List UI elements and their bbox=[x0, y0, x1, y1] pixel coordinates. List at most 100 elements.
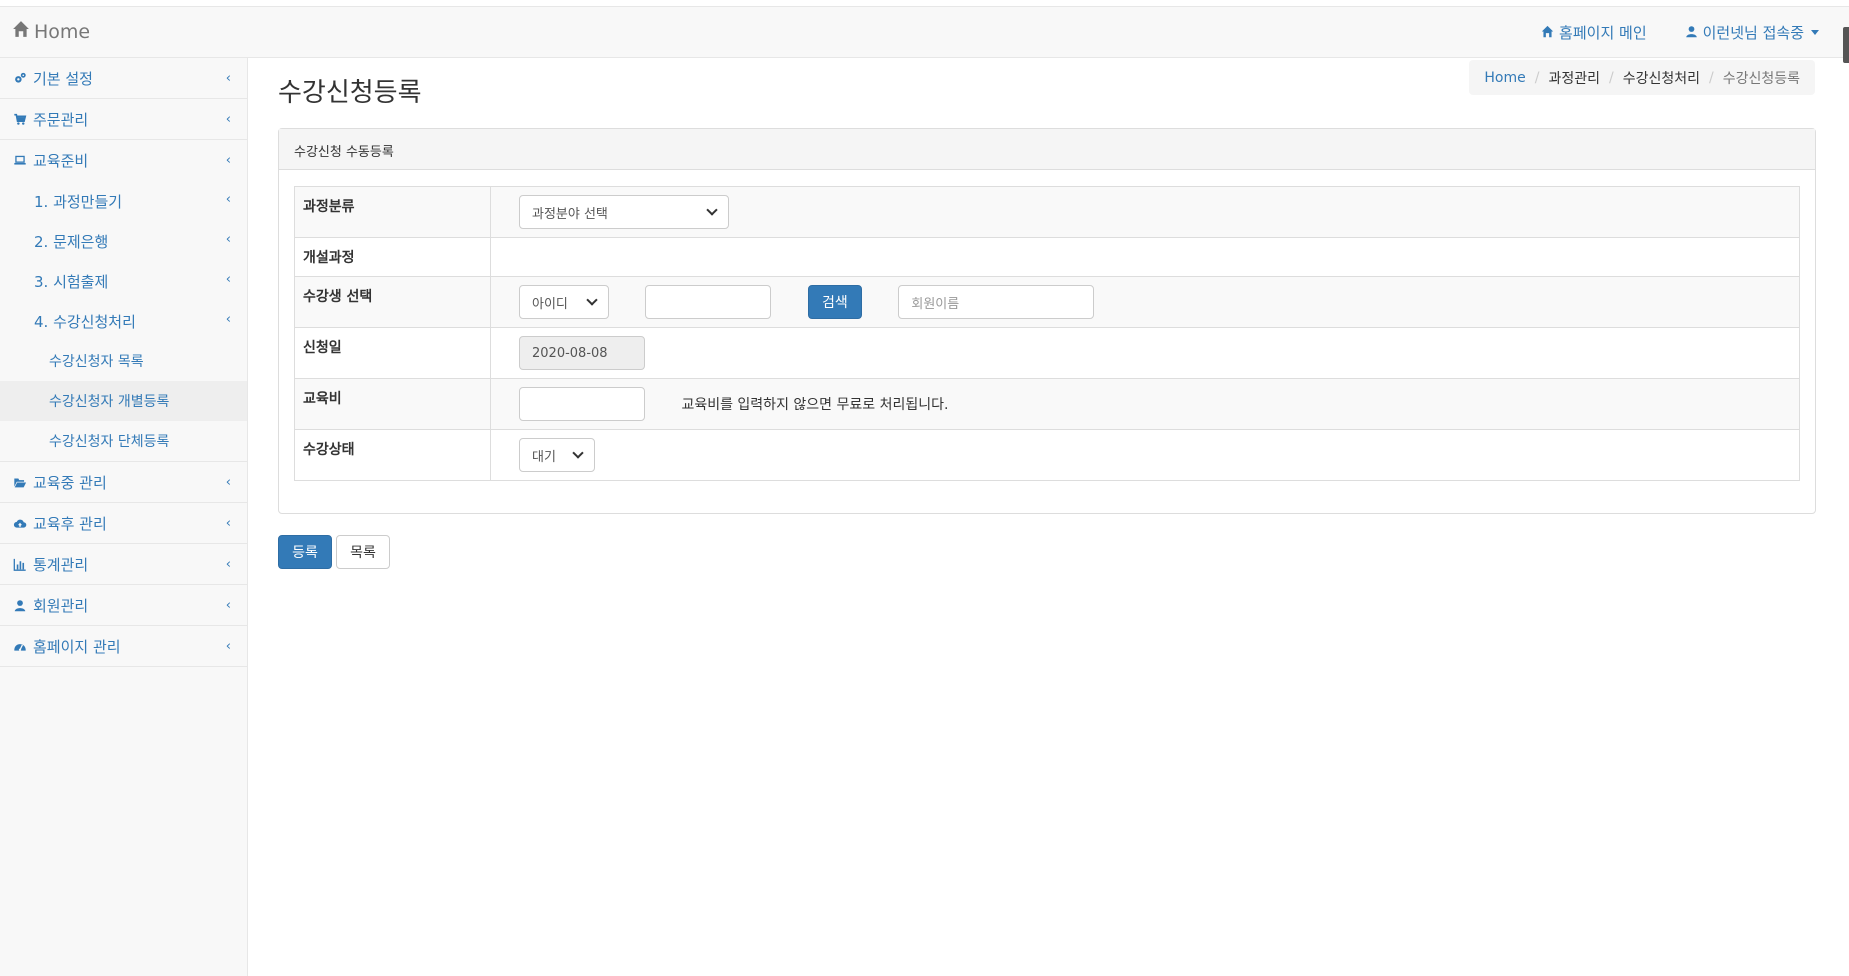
folder-open-icon bbox=[13, 475, 29, 489]
form-row-student: 수강생 선택 아이디 검색 회원이름 bbox=[294, 276, 1800, 328]
user-menu-dropdown[interactable]: 이런넷님 접속중 bbox=[1685, 22, 1819, 43]
breadcrumb-current: 수강신청등록 bbox=[1722, 70, 1800, 87]
enrollment-status-value: 대기 bbox=[532, 449, 556, 465]
sidebar-subitem-exam-setup[interactable]: 3. 시험출제 ‹ bbox=[0, 261, 247, 301]
registration-form-table: 과정분류 과정분야 선택 개설과정 수강생 선택 아이디 검색 회원이름 신청일… bbox=[294, 186, 1800, 481]
panel-heading: 수강신청 수동등록 bbox=[279, 129, 1815, 170]
fee-help-text: 교육비를 입력하지 않으면 무료로 처리됩니다. bbox=[681, 397, 949, 413]
breadcrumb-home[interactable]: Home bbox=[1484, 70, 1525, 86]
form-row-date: 신청일 2020-08-08 bbox=[294, 327, 1800, 379]
form-row-fee: 교육비 교육비를 입력하지 않으면 무료로 처리됩니다. bbox=[294, 378, 1800, 430]
chevron-down-icon bbox=[586, 294, 598, 306]
category-select-value: 과정분야 선택 bbox=[532, 206, 608, 222]
chevron-left-icon: ‹ bbox=[225, 475, 231, 490]
course-label: 개설과정 bbox=[294, 237, 491, 277]
form-row-course: 개설과정 bbox=[294, 237, 1800, 277]
sidebar-item-members[interactable]: 회원관리 ‹ bbox=[0, 585, 247, 626]
user-icon bbox=[1685, 24, 1698, 42]
sidebar: 기본 설정 ‹ 주문관리 ‹ 교육준비 ‹ 1. 과정만들기 ‹ 2. 문제은행… bbox=[0, 58, 248, 976]
sidebar-link-enrollee-list[interactable]: 수강신청자 목록 bbox=[0, 341, 247, 381]
breadcrumb-separator: / bbox=[1534, 69, 1540, 86]
application-date-input[interactable]: 2020-08-08 bbox=[519, 336, 645, 370]
sidebar-item-label: 주문관리 bbox=[33, 110, 89, 129]
laptop-icon bbox=[13, 154, 29, 168]
fee-label: 교육비 bbox=[294, 378, 491, 430]
sidebar-item-orders[interactable]: 주문관리 ‹ bbox=[0, 99, 247, 140]
chevron-left-icon: ‹ bbox=[225, 232, 231, 247]
sidebar-item-basic-settings[interactable]: 기본 설정 ‹ bbox=[0, 58, 247, 99]
chevron-left-icon: ‹ bbox=[225, 312, 231, 327]
chevron-left-icon: ‹ bbox=[225, 639, 231, 654]
category-select[interactable]: 과정분야 선택 bbox=[519, 195, 729, 229]
sidebar-link-enrollee-group[interactable]: 수강신청자 단체등록 bbox=[0, 421, 247, 461]
gears-icon bbox=[13, 71, 29, 85]
sidebar-group-education-prep: 교육준비 ‹ 1. 과정만들기 ‹ 2. 문제은행 ‹ 3. 시험출제 ‹ 4.… bbox=[0, 140, 247, 462]
sidebar-item-label: 회원관리 bbox=[33, 596, 89, 615]
chevron-left-icon: ‹ bbox=[225, 71, 231, 86]
cart-icon bbox=[13, 112, 29, 126]
register-button[interactable]: 등록 bbox=[278, 535, 332, 569]
student-label: 수강생 선택 bbox=[294, 276, 491, 328]
sidebar-item-label: 교육중 관리 bbox=[33, 473, 107, 492]
chevron-left-icon: ‹ bbox=[225, 598, 231, 613]
chevron-left-icon: ‹ bbox=[225, 192, 231, 207]
sidebar-subitem-label: 2. 문제은행 bbox=[34, 232, 109, 251]
breadcrumb-separator: / bbox=[1709, 69, 1714, 86]
chevron-down-icon bbox=[706, 204, 718, 216]
sidebar-item-post-education[interactable]: 교육후 관리 ‹ bbox=[0, 503, 247, 544]
sidebar-item-label: 교육후 관리 bbox=[33, 514, 107, 533]
sidebar-item-homepage-admin[interactable]: 홈페이지 관리 ‹ bbox=[0, 626, 247, 667]
list-button[interactable]: 목록 bbox=[336, 535, 390, 569]
chevron-left-icon: ‹ bbox=[225, 112, 231, 127]
sidebar-subitem-label: 3. 시험출제 bbox=[34, 272, 109, 291]
chevron-left-icon: ‹ bbox=[225, 557, 231, 572]
id-type-select-value: 아이디 bbox=[532, 296, 568, 312]
sidebar-item-in-education[interactable]: 교육중 관리 ‹ bbox=[0, 462, 247, 503]
sidebar-subitem-question-bank[interactable]: 2. 문제은행 ‹ bbox=[0, 221, 247, 261]
breadcrumb: Home / 과정관리 / 수강신청처리 / 수강신청등록 bbox=[1469, 60, 1815, 95]
search-button[interactable]: 검색 bbox=[807, 285, 862, 319]
navbar-brand[interactable]: Home bbox=[12, 20, 90, 43]
manual-registration-panel: 수강신청 수동등록 과정분류 과정분야 선택 개설과정 수강생 선택 아이디 검… bbox=[278, 128, 1816, 514]
tuition-fee-input[interactable] bbox=[519, 387, 645, 421]
sidebar-item-statistics[interactable]: 통계관리 ‹ bbox=[0, 544, 247, 585]
id-type-select[interactable]: 아이디 bbox=[519, 285, 609, 319]
caret-down-icon bbox=[1811, 30, 1819, 35]
sidebar-link-enrollee-individual[interactable]: 수강신청자 개별등록 bbox=[0, 381, 247, 421]
sidebar-item-education-prep[interactable]: 교육준비 ‹ bbox=[0, 140, 247, 181]
bar-chart-icon bbox=[13, 557, 29, 571]
home-icon bbox=[12, 20, 30, 43]
chevron-down-icon bbox=[572, 447, 584, 459]
homepage-main-label: 홈페이지 메인 bbox=[1559, 24, 1647, 42]
sidebar-subitem-label: 1. 과정만들기 bbox=[34, 192, 123, 211]
form-row-status: 수강상태 대기 bbox=[294, 429, 1800, 481]
brand-label: Home bbox=[34, 20, 91, 43]
chevron-left-icon: ‹ bbox=[225, 516, 231, 531]
sidebar-item-label: 통계관리 bbox=[33, 555, 89, 574]
chevron-left-icon: ‹ bbox=[225, 272, 231, 287]
member-id-input[interactable] bbox=[645, 285, 772, 319]
member-name-input[interactable]: 회원이름 bbox=[898, 285, 1095, 319]
breadcrumb-separator: / bbox=[1609, 69, 1614, 86]
top-navbar: Home 홈페이지 메인 이런넷님 접속중 bbox=[0, 7, 1849, 63]
breadcrumb-enrollment-processing: 수강신청처리 bbox=[1622, 70, 1700, 87]
dashboard-icon bbox=[13, 639, 29, 653]
sidebar-item-label: 기본 설정 bbox=[33, 69, 93, 88]
sidebar-subitem-course-create[interactable]: 1. 과정만들기 ‹ bbox=[0, 181, 247, 221]
user-menu-label: 이런넷님 접속중 bbox=[1702, 24, 1804, 42]
sidebar-subitem-enrollment[interactable]: 4. 수강신청처리 ‹ bbox=[0, 301, 247, 341]
breadcrumb-course-management: 과정관리 bbox=[1548, 70, 1600, 87]
homepage-main-link[interactable]: 홈페이지 메인 bbox=[1541, 22, 1647, 43]
form-actions: 등록 목록 bbox=[278, 535, 390, 569]
main-content: 수강신청등록 Home / 과정관리 / 수강신청처리 / 수강신청등록 수강신… bbox=[249, 58, 1849, 976]
date-label: 신청일 bbox=[294, 327, 491, 379]
enrollment-status-select[interactable]: 대기 bbox=[519, 438, 595, 472]
window-top-edge bbox=[0, 0, 1849, 7]
category-label: 과정분류 bbox=[294, 186, 491, 238]
cloud-upload-icon bbox=[13, 516, 29, 530]
page-title: 수강신청등록 bbox=[278, 78, 422, 108]
user-icon bbox=[13, 598, 29, 612]
home-icon bbox=[1541, 24, 1554, 42]
sidebar-item-label: 홈페이지 관리 bbox=[33, 637, 121, 656]
status-label: 수강상태 bbox=[294, 429, 491, 481]
